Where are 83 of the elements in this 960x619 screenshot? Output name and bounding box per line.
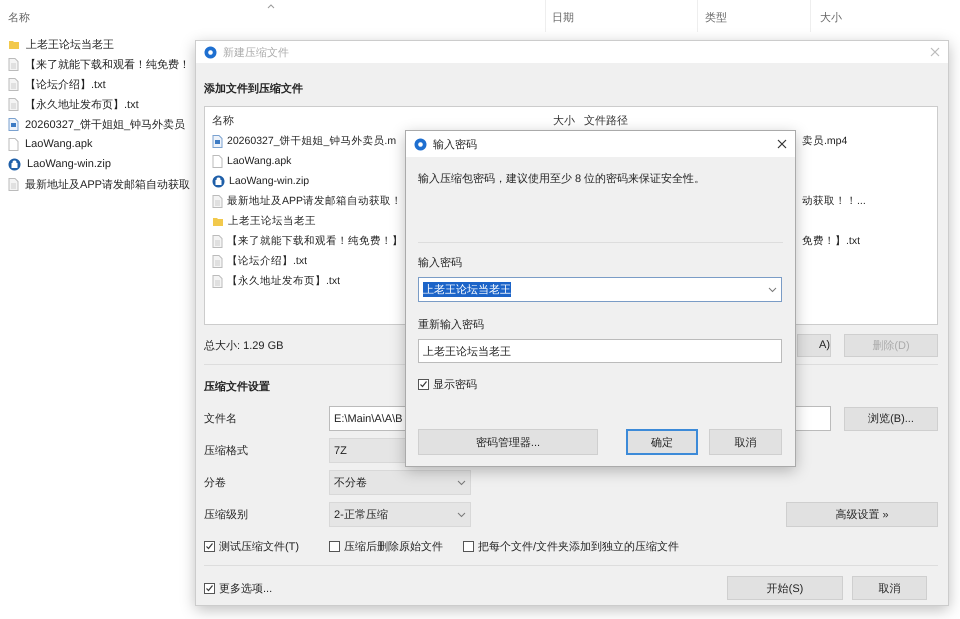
ok-button[interactable]: 确定 bbox=[626, 429, 698, 455]
file-name[interactable]: 【论坛介绍】.txt bbox=[25, 76, 106, 92]
archive-icon bbox=[8, 158, 21, 170]
chevron-down-icon bbox=[457, 512, 466, 518]
file-name[interactable]: 20260327_饼干姐姐_钟马外卖员 bbox=[25, 116, 186, 132]
file-name[interactable]: LaoWang.apk bbox=[25, 138, 92, 150]
column-header[interactable]: 日期 bbox=[552, 10, 574, 25]
text-file-icon bbox=[212, 274, 223, 288]
sort-icon bbox=[267, 4, 275, 9]
file-name[interactable]: 【永久地址发布页】.txt bbox=[25, 96, 139, 112]
column-header[interactable]: 名称 bbox=[212, 112, 234, 128]
checkbox[interactable] bbox=[204, 582, 215, 594]
column-header[interactable]: 文件路径 bbox=[584, 112, 628, 128]
chevron-down-icon bbox=[457, 480, 466, 486]
close-icon[interactable] bbox=[777, 139, 787, 149]
start-button[interactable]: 开始(S) bbox=[727, 576, 843, 600]
text-file-icon bbox=[212, 194, 223, 208]
cancel-button[interactable]: 取消 bbox=[852, 576, 927, 600]
file-name[interactable]: 【来了就能下载和观看！纯免费！ bbox=[25, 56, 190, 72]
file-name[interactable]: 【论坛介绍】.txt bbox=[227, 254, 308, 268]
file-name[interactable]: 20260327_饼干姐姐_钟马外卖员.m bbox=[227, 134, 396, 148]
checkbox[interactable] bbox=[204, 541, 215, 552]
cancel-button[interactable]: 取消 bbox=[709, 429, 782, 455]
app-icon bbox=[204, 46, 217, 58]
file-icon bbox=[212, 154, 223, 168]
field-label: 文件名 bbox=[204, 412, 238, 426]
chevron-down-icon bbox=[768, 286, 777, 292]
video-file-icon bbox=[212, 134, 223, 148]
checkbox-label[interactable]: 更多选项... bbox=[219, 580, 272, 596]
section-title: 压缩文件设置 bbox=[204, 380, 270, 394]
file-name[interactable]: 最新地址及APP请发邮箱自动获取！ bbox=[227, 194, 402, 208]
file-icon bbox=[8, 138, 19, 150]
add-button[interactable]: A) bbox=[797, 334, 831, 356]
browse-button[interactable]: 浏览(B)... bbox=[844, 406, 938, 430]
checkbox-label[interactable]: 把每个文件/文件夹添加到独立的压缩文件 bbox=[478, 539, 680, 554]
field-label: 压缩格式 bbox=[204, 444, 249, 458]
text-file-icon bbox=[8, 78, 19, 90]
archive-icon bbox=[212, 174, 225, 188]
video-file-icon bbox=[8, 118, 19, 130]
description-text: 输入压缩包密码，建议使用至少 8 位的密码来保证安全性。 bbox=[418, 172, 706, 186]
text-file-icon bbox=[8, 58, 19, 70]
column-header[interactable]: 名称 bbox=[8, 10, 30, 25]
file-name[interactable]: 上老王论坛当老王 bbox=[228, 214, 316, 228]
text-file-icon bbox=[212, 254, 223, 268]
section-title: 添加文件到压缩文件 bbox=[204, 82, 303, 96]
file-path: 动获取！！... bbox=[802, 194, 867, 208]
file-path: 卖员.mp4 bbox=[802, 134, 848, 148]
file-name[interactable]: 最新地址及APP请发邮箱自动获取 bbox=[25, 176, 190, 192]
dialog-title: 输入密码 bbox=[433, 138, 477, 152]
total-size: 总大小: 1.29 GB bbox=[204, 338, 284, 352]
checkbox-label[interactable]: 显示密码 bbox=[433, 377, 477, 392]
checkbox[interactable] bbox=[418, 379, 429, 390]
split-dropdown[interactable]: 不分卷 bbox=[329, 470, 471, 495]
field-label: 输入密码 bbox=[418, 256, 463, 270]
column-header[interactable]: 大小 bbox=[553, 112, 575, 128]
checkbox-label[interactable]: 压缩后删除原始文件 bbox=[344, 539, 443, 554]
file-name[interactable]: LaoWang-win.zip bbox=[229, 175, 310, 187]
field-label: 分卷 bbox=[204, 476, 227, 490]
checkbox-label[interactable]: 测试压缩文件(T) bbox=[219, 539, 300, 554]
password-combo-field[interactable]: 上老王论坛当老王 bbox=[418, 277, 782, 302]
text-file-icon bbox=[8, 178, 19, 190]
folder-icon bbox=[212, 215, 224, 227]
file-path: 免费！】.txt bbox=[802, 234, 862, 248]
level-dropdown[interactable]: 2-正常压缩 bbox=[329, 502, 471, 527]
file-name[interactable]: 上老王论坛当老王 bbox=[26, 36, 114, 52]
file-name[interactable]: 【永久地址发布页】.txt bbox=[227, 274, 340, 288]
checkbox[interactable] bbox=[463, 541, 474, 552]
folder-icon bbox=[8, 38, 20, 50]
checkbox[interactable] bbox=[329, 541, 340, 552]
text-file-icon bbox=[8, 98, 19, 110]
confirm-password-field[interactable]: 上老王论坛当老王 bbox=[418, 339, 782, 363]
password-manager-button[interactable]: 密码管理器... bbox=[418, 429, 598, 455]
column-header[interactable]: 类型 bbox=[705, 10, 727, 25]
app-icon bbox=[414, 138, 427, 150]
field-label: 压缩级别 bbox=[204, 508, 249, 522]
file-name[interactable]: LaoWang-win.zip bbox=[27, 158, 111, 170]
window-title: 新建压缩文件 bbox=[223, 46, 289, 60]
text-file-icon bbox=[212, 234, 223, 248]
advanced-settings-button[interactable]: 高级设置 » bbox=[786, 502, 938, 527]
field-label: 重新输入密码 bbox=[418, 318, 485, 332]
column-header[interactable]: 大小 bbox=[820, 10, 842, 25]
file-name[interactable]: LaoWang.apk bbox=[227, 155, 292, 167]
file-name[interactable]: 【来了就能下载和观看！纯免费！】 bbox=[227, 234, 403, 248]
